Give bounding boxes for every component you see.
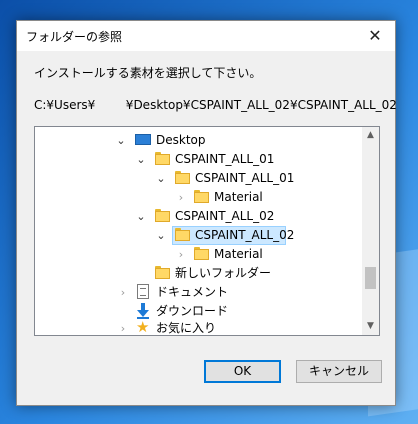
folder-icon [194, 190, 209, 203]
chevron-down-icon[interactable]: ⌄ [135, 150, 147, 169]
folder-icon [175, 228, 190, 241]
chevron-down-icon[interactable]: ⌄ [115, 131, 127, 150]
title-bar[interactable]: フォルダーの参照 ✕ [17, 21, 395, 51]
tree-item-cspaint-all-01[interactable]: ⌄ CSPAINT_ALL_01 [35, 150, 361, 169]
document-icon [137, 284, 149, 299]
close-button[interactable]: ✕ [355, 21, 395, 51]
chevron-right-icon[interactable]: › [117, 283, 129, 302]
folder-icon [194, 247, 209, 260]
tree-item-label: Desktop [156, 133, 206, 147]
tree-item-label: ダウンロード [156, 304, 229, 318]
tree-item-material[interactable]: › Material [35, 188, 361, 207]
tree-item-documents[interactable]: › ドキュメント [35, 283, 361, 302]
desktop-icon [135, 134, 151, 145]
tree-item-label: CSPAINT_ALL_02 [175, 209, 275, 223]
browse-folder-dialog: フォルダーの参照 ✕ インストールする素材を選択して下さい。 C:¥Users¥… [16, 20, 397, 406]
selected-path: C:¥Users¥ ¥Desktop¥CSPAINT_ALL_02¥CSPAIN… [34, 98, 397, 112]
folder-icon [155, 266, 170, 279]
cancel-button[interactable]: キャンセル [296, 360, 382, 383]
chevron-right-icon[interactable]: › [175, 188, 187, 207]
tree-item-cspaint-all-01-sub[interactable]: ⌄ CSPAINT_ALL_01 [35, 169, 361, 188]
star-icon: ★ [136, 318, 150, 336]
chevron-right-icon[interactable]: › [175, 245, 187, 264]
chevron-down-icon[interactable]: ⌄ [155, 169, 167, 188]
tree-item-material-2[interactable]: › Material [35, 245, 361, 264]
tree-item-label: 新しいフォルダー [175, 266, 272, 280]
scrollbar-thumb[interactable] [365, 267, 376, 289]
folder-icon [155, 152, 170, 165]
tree-item-cspaint-all-02-selected[interactable]: ⌄ CSPAINT_ALL_02 [35, 226, 361, 245]
tree-item-desktop[interactable]: ⌄ Desktop [35, 131, 361, 150]
dialog-title: フォルダーの参照 [26, 30, 123, 44]
vertical-scrollbar[interactable]: ▲ ▼ [362, 127, 379, 335]
scroll-up-arrow-icon[interactable]: ▲ [362, 127, 379, 144]
tree-item-label: お気に入り [156, 321, 217, 335]
folder-tree[interactable]: ⌄ Desktop ⌄ CSPAINT_ALL_01 ⌄ CSPAINT_ALL… [34, 126, 380, 336]
tree-item-cspaint-all-02[interactable]: ⌄ CSPAINT_ALL_02 [35, 207, 361, 226]
tree-item-label: Material [214, 247, 263, 261]
chevron-down-icon[interactable]: ⌄ [135, 207, 147, 226]
tree-item-label: CSPAINT_ALL_01 [175, 152, 275, 166]
tree-item-label: CSPAINT_ALL_01 [195, 171, 295, 185]
tree-item-label: CSPAINT_ALL_02 [195, 228, 295, 242]
scroll-down-arrow-icon[interactable]: ▼ [362, 318, 379, 335]
tree-item-favorites[interactable]: › ★ お気に入り [35, 318, 361, 336]
tree-item-label: ドキュメント [156, 285, 229, 299]
folder-icon [175, 171, 190, 184]
instruction-text: インストールする素材を選択して下さい。 [34, 66, 262, 80]
ok-button[interactable]: OK [204, 360, 281, 383]
chevron-right-icon[interactable]: › [117, 319, 129, 335]
tree-item-label: Material [214, 190, 263, 204]
folder-icon [155, 209, 170, 222]
tree-item-new-folder[interactable]: 新しいフォルダー [35, 264, 361, 283]
chevron-down-icon[interactable]: ⌄ [155, 226, 167, 245]
download-icon [137, 303, 149, 319]
